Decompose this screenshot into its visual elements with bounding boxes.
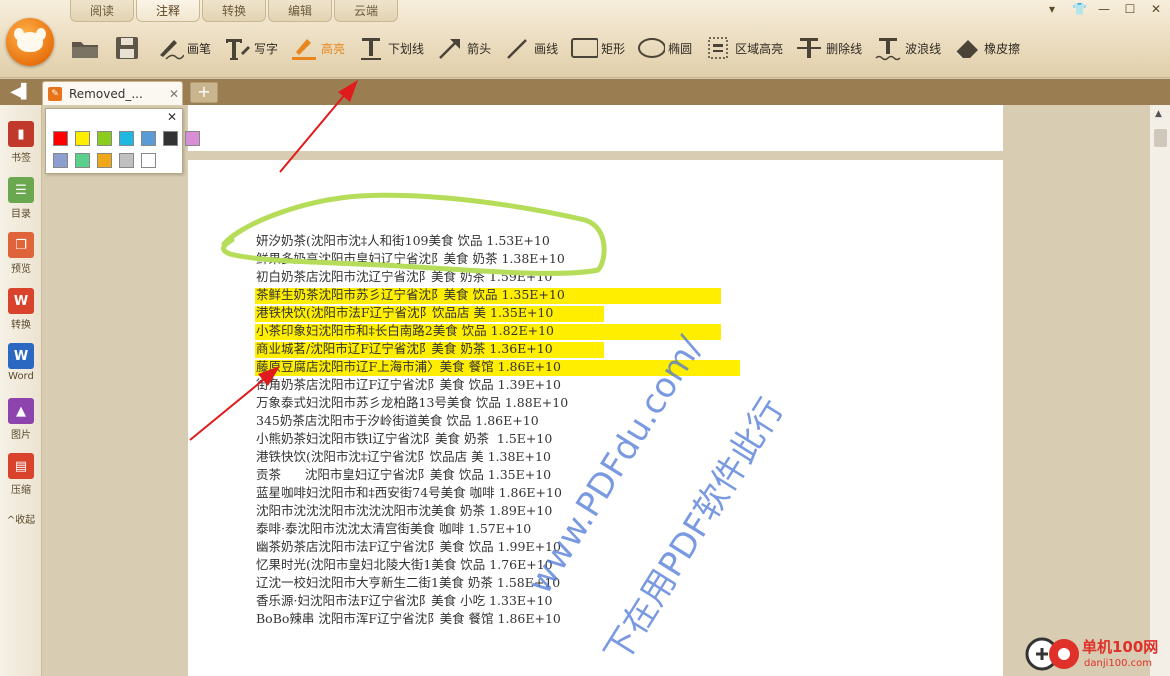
color-swatch-gray[interactable] — [119, 153, 134, 168]
site-brand-url: danji100.com — [1084, 658, 1152, 669]
color-swatch-black[interactable] — [163, 131, 178, 146]
color-swatch-grid — [53, 131, 200, 168]
site-logo-icon — [1025, 637, 1079, 671]
color-swatch-orange[interactable] — [97, 153, 112, 168]
annotation-layer — [189, 80, 607, 441]
color-swatch-yellow[interactable] — [75, 131, 90, 146]
color-swatch-mint[interactable] — [75, 153, 90, 168]
color-swatch-blue[interactable] — [141, 131, 156, 146]
color-swatch-lavender[interactable] — [53, 153, 68, 168]
freehand-circle-annotation[interactable] — [221, 192, 607, 276]
color-palette-popup: ✕ — [45, 108, 200, 174]
site-brand-name: 单机100网 — [1082, 638, 1159, 656]
palette-close-icon[interactable]: ✕ — [167, 110, 177, 124]
arrow-annotation-bottom[interactable] — [189, 366, 280, 441]
arrow-annotation-top[interactable] — [279, 80, 358, 173]
color-swatch-red[interactable] — [53, 131, 68, 146]
color-swatch-cyan[interactable] — [119, 131, 134, 146]
color-swatch-white[interactable] — [141, 153, 156, 168]
color-swatch-pink[interactable] — [185, 131, 200, 146]
color-swatch-green[interactable] — [97, 131, 112, 146]
site-logo: 单机100网 danji100.com — [1020, 632, 1170, 676]
